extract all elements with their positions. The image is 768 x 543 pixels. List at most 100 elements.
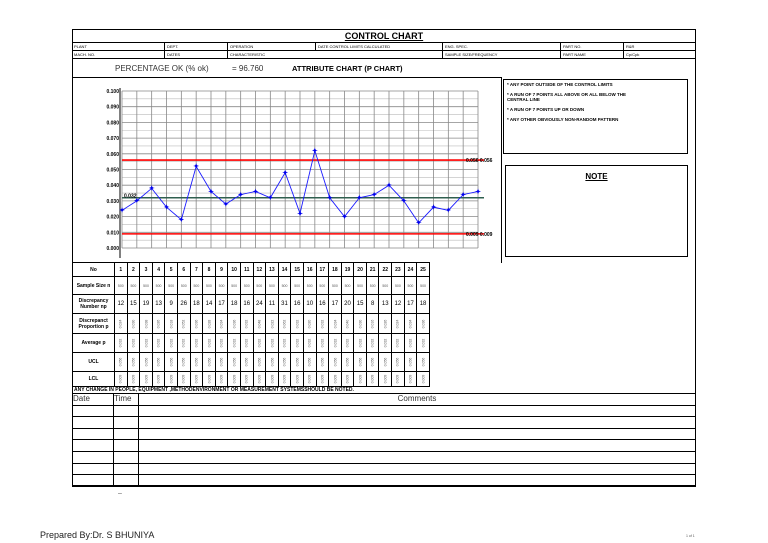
cell-lcl[interactable]: 0.009 — [151, 371, 166, 387]
cell-p[interactable]: 0.016 — [365, 313, 380, 334]
field-dept[interactable]: DEPT. — [165, 43, 228, 50]
cell-avg[interactable]: 0.032 — [403, 333, 418, 353]
date-cell[interactable] — [72, 427, 114, 441]
cell-np[interactable]: 8 — [365, 294, 380, 314]
cell-np[interactable]: 12 — [391, 294, 405, 314]
cell-avg[interactable]: 0.032 — [340, 333, 355, 353]
cell-np[interactable]: 16 — [290, 294, 304, 314]
note-box[interactable]: NOTE — [505, 165, 688, 257]
cell-np[interactable]: 15 — [353, 294, 367, 314]
cell-ucl[interactable]: 0.056 — [139, 352, 153, 372]
cell-ucl[interactable]: 0.056 — [391, 352, 405, 372]
cell-n[interactable]: 500 — [277, 276, 292, 295]
cell-ucl[interactable]: 0.056 — [151, 352, 166, 372]
time-cell[interactable] — [113, 474, 139, 487]
cell-np[interactable]: 17 — [328, 294, 342, 314]
date-cell[interactable] — [72, 474, 114, 487]
cell-no[interactable]: 11 — [239, 262, 254, 277]
cell-p[interactable]: 0.040 — [340, 313, 355, 334]
cell-no[interactable]: 19 — [340, 262, 355, 277]
time-cell[interactable] — [113, 450, 139, 464]
cell-np[interactable]: 18 — [227, 294, 241, 314]
comment-cell[interactable] — [138, 474, 696, 487]
cell-lcl[interactable]: 0.009 — [164, 371, 178, 387]
cell-ucl[interactable]: 0.056 — [277, 352, 292, 372]
cell-ucl[interactable]: 0.056 — [416, 352, 430, 372]
cell-ucl[interactable]: 0.056 — [202, 352, 216, 372]
field-cpk[interactable]: Cp/Cpk — [624, 51, 696, 58]
cell-lcl[interactable]: 0.009 — [277, 371, 292, 387]
cell-ucl[interactable]: 0.056 — [164, 352, 178, 372]
cell-np[interactable]: 24 — [252, 294, 267, 314]
cell-np[interactable]: 19 — [139, 294, 153, 314]
cell-lcl[interactable]: 0.009 — [202, 371, 216, 387]
cell-no[interactable]: 5 — [164, 262, 178, 277]
cell-np[interactable]: 14 — [202, 294, 216, 314]
cell-p[interactable]: 0.028 — [202, 313, 216, 334]
cell-ucl[interactable]: 0.056 — [340, 352, 355, 372]
cell-np[interactable]: 18 — [416, 294, 430, 314]
cell-n[interactable]: 500 — [114, 276, 128, 295]
cell-no[interactable]: 7 — [189, 262, 204, 277]
cell-no[interactable]: 10 — [227, 262, 241, 277]
cell-lcl[interactable]: 0.009 — [416, 371, 430, 387]
cell-lcl[interactable]: 0.009 — [391, 371, 405, 387]
cell-n[interactable]: 500 — [340, 276, 355, 295]
cell-no[interactable]: 25 — [416, 262, 430, 277]
cell-p[interactable]: 0.030 — [126, 313, 141, 334]
cell-lcl[interactable]: 0.009 — [290, 371, 304, 387]
cell-ucl[interactable]: 0.056 — [353, 352, 367, 372]
cell-no[interactable]: 12 — [252, 262, 267, 277]
cell-n[interactable]: 500 — [302, 276, 317, 295]
cell-ucl[interactable]: 0.056 — [239, 352, 254, 372]
cell-np[interactable]: 15 — [126, 294, 141, 314]
cell-p[interactable]: 0.020 — [302, 313, 317, 334]
field-rr[interactable]: R&R — [624, 43, 696, 50]
field-part-name[interactable]: PART NAME — [561, 51, 624, 58]
field-operation[interactable]: OPERATION — [228, 43, 316, 50]
cell-p[interactable]: 0.024 — [114, 313, 128, 334]
cell-no[interactable]: 17 — [315, 262, 330, 277]
cell-p[interactable]: 0.032 — [315, 313, 330, 334]
cell-ucl[interactable]: 0.056 — [252, 352, 267, 372]
cell-n[interactable]: 500 — [265, 276, 279, 295]
cell-no[interactable]: 3 — [139, 262, 153, 277]
cell-np[interactable]: 18 — [189, 294, 204, 314]
cell-p[interactable]: 0.032 — [239, 313, 254, 334]
cell-lcl[interactable]: 0.009 — [353, 371, 367, 387]
cell-np[interactable]: 10 — [302, 294, 317, 314]
cell-avg[interactable]: 0.032 — [202, 333, 216, 353]
cell-lcl[interactable]: 0.009 — [176, 371, 191, 387]
field-part-no[interactable]: PART NO. — [561, 43, 624, 50]
field-dates[interactable]: DATES — [165, 51, 228, 58]
cell-p[interactable]: 0.034 — [328, 313, 342, 334]
cell-ucl[interactable]: 0.056 — [302, 352, 317, 372]
cell-avg[interactable]: 0.032 — [151, 333, 166, 353]
cell-p[interactable]: 0.034 — [403, 313, 418, 334]
cell-p[interactable]: 0.022 — [265, 313, 279, 334]
time-cell[interactable] — [113, 462, 139, 476]
cell-np[interactable]: 17 — [214, 294, 229, 314]
cell-ucl[interactable]: 0.056 — [176, 352, 191, 372]
cell-no[interactable]: 8 — [202, 262, 216, 277]
cell-p[interactable]: 0.052 — [176, 313, 191, 334]
cell-no[interactable]: 14 — [277, 262, 292, 277]
cell-no[interactable]: 21 — [365, 262, 380, 277]
cell-np[interactable]: 9 — [164, 294, 178, 314]
cell-p[interactable]: 0.036 — [227, 313, 241, 334]
cell-n[interactable]: 500 — [189, 276, 204, 295]
cell-no[interactable]: 9 — [214, 262, 229, 277]
cell-no[interactable]: 4 — [151, 262, 166, 277]
cell-lcl[interactable]: 0.009 — [214, 371, 229, 387]
cell-n[interactable]: 500 — [290, 276, 304, 295]
cell-n[interactable]: 500 — [227, 276, 241, 295]
cell-n[interactable]: 500 — [403, 276, 418, 295]
cell-n[interactable]: 500 — [378, 276, 393, 295]
field-sample-size[interactable]: SAMPLE SIZE/FREQUENCY — [443, 51, 561, 58]
cell-np[interactable]: 16 — [315, 294, 330, 314]
cell-np[interactable]: 16 — [239, 294, 254, 314]
cell-avg[interactable]: 0.032 — [176, 333, 191, 353]
cell-avg[interactable]: 0.032 — [328, 333, 342, 353]
cell-no[interactable]: 13 — [265, 262, 279, 277]
cell-ucl[interactable]: 0.056 — [189, 352, 204, 372]
